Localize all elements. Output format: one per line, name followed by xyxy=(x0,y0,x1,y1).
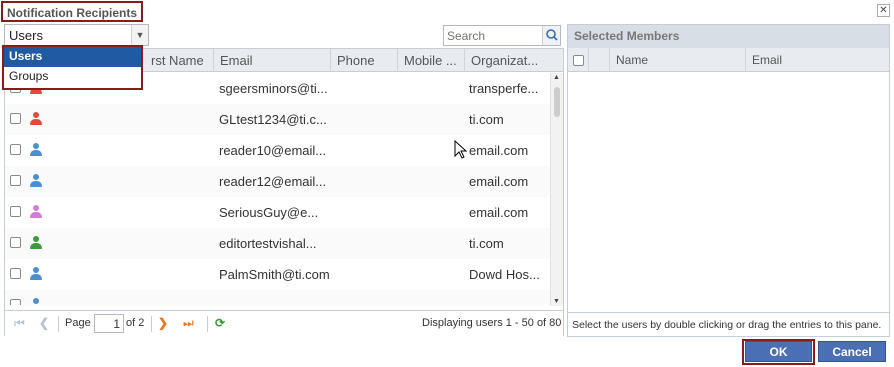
refresh-icon[interactable]: ⟳ xyxy=(215,316,225,330)
selected-members-hint: Select the users by double clicking or d… xyxy=(568,312,889,337)
prev-page-icon[interactable]: ❮ xyxy=(39,316,49,330)
recipient-type-value: Users xyxy=(9,28,43,43)
recipient-type-select[interactable]: Users ▼ xyxy=(4,24,149,46)
grid-scrollbar[interactable]: ▲ ▼ xyxy=(550,73,563,306)
user-icon xyxy=(30,236,42,250)
dialog-title: Notification Recipients xyxy=(1,1,144,22)
pager-divider xyxy=(207,316,208,332)
scrollbar-thumb[interactable] xyxy=(554,87,560,117)
table-row[interactable]: PalmSmith@ti.com Dowd Hos... xyxy=(5,259,550,290)
table-row[interactable]: reader10@email... email.com xyxy=(5,135,550,166)
pager-divider xyxy=(151,316,152,332)
user-icon xyxy=(30,143,42,157)
last-page-icon[interactable]: ⏭ xyxy=(183,316,194,331)
row-organization: Dowd Hos... xyxy=(469,267,540,282)
next-page-icon[interactable]: ❯ xyxy=(158,316,168,330)
selected-members-header: Name Email xyxy=(568,48,889,72)
row-checkbox[interactable] xyxy=(10,175,21,186)
cancel-button[interactable]: Cancel xyxy=(818,341,886,362)
selected-members-title: Selected Members xyxy=(568,25,889,48)
row-organization: transperfe... xyxy=(469,81,539,96)
user-icon xyxy=(30,267,42,281)
table-row[interactable]: GLtest1234@ti.c... ti.com xyxy=(5,104,550,135)
user-icon xyxy=(30,112,42,126)
search-input[interactable] xyxy=(444,26,542,45)
dialog-titlebar: Notification Recipients ✕ xyxy=(0,0,894,24)
table-row[interactable] xyxy=(5,290,550,305)
chevron-down-icon[interactable]: ▼ xyxy=(131,25,148,45)
row-email: PalmSmith@ti.com xyxy=(219,267,330,282)
search-icon[interactable] xyxy=(542,26,560,45)
row-email: SeriousGuy@e... xyxy=(219,205,319,220)
column-name[interactable]: Name xyxy=(609,48,745,72)
row-organization: email.com xyxy=(469,143,529,158)
table-row[interactable]: SeriousGuy@e... email.com xyxy=(5,197,550,228)
row-email: sgeersminors@ti... xyxy=(219,81,328,96)
search-box xyxy=(443,25,561,46)
dropdown-option-groups[interactable]: Groups xyxy=(4,67,141,87)
row-organization: ti.com xyxy=(469,112,504,127)
row-email: editortestvishal... xyxy=(219,236,317,251)
pager-divider xyxy=(58,316,59,332)
row-checkbox[interactable] xyxy=(10,299,21,305)
table-row[interactable]: editortestvishal... ti.com xyxy=(5,228,550,259)
grid-rows: sgeersminors@ti... transperfe... GLtest1… xyxy=(5,73,550,305)
mouse-cursor-icon xyxy=(454,140,468,159)
row-organization: ti.com xyxy=(469,236,504,251)
scroll-down-icon[interactable]: ▼ xyxy=(553,298,560,305)
selected-members-panel: Selected Members Name Email Select the u… xyxy=(567,24,890,337)
users-grid: rst Name Email Phone Mobile ... Organiza… xyxy=(4,48,564,336)
column-mobile[interactable]: Mobile ... xyxy=(397,49,464,72)
row-checkbox[interactable] xyxy=(10,237,21,248)
close-icon[interactable]: ✕ xyxy=(877,4,890,17)
row-checkbox[interactable] xyxy=(10,206,21,217)
user-icon xyxy=(30,174,42,188)
column-email[interactable]: Email xyxy=(213,49,330,72)
header-spacer xyxy=(588,48,609,72)
pager-display-text: Displaying users 1 - 50 of 80 xyxy=(422,317,562,329)
dropdown-option-users[interactable]: Users xyxy=(4,47,141,67)
column-first-name[interactable]: rst Name xyxy=(145,49,213,72)
scroll-up-icon[interactable]: ▲ xyxy=(553,74,560,81)
row-organization: email.com xyxy=(469,205,529,220)
row-organization: email.com xyxy=(469,174,529,189)
row-checkbox[interactable] xyxy=(10,144,21,155)
page-label: Page xyxy=(65,317,91,329)
row-checkbox[interactable] xyxy=(10,268,21,279)
row-email: GLtest1234@ti.c... xyxy=(219,112,327,127)
user-icon xyxy=(30,205,42,219)
column-email[interactable]: Email xyxy=(745,48,889,72)
column-phone[interactable]: Phone xyxy=(330,49,397,72)
select-all-checkbox[interactable] xyxy=(573,55,584,66)
row-checkbox[interactable] xyxy=(10,113,21,124)
recipient-type-dropdown: Users Groups xyxy=(2,45,143,90)
page-count: of 2 xyxy=(126,317,145,329)
row-email: reader12@email... xyxy=(219,174,327,189)
grid-pager: ⏮ ❮ Page 1 of 2 ❯ ⏭ ⟳ Displaying users 1… xyxy=(5,310,563,336)
first-page-icon[interactable]: ⏮ xyxy=(14,316,25,331)
table-row[interactable]: reader12@email... email.com xyxy=(5,166,550,197)
user-icon xyxy=(30,298,42,305)
page-number-input[interactable]: 1 xyxy=(94,314,124,333)
ok-button[interactable]: OK xyxy=(745,341,812,362)
row-email: reader10@email... xyxy=(219,143,327,158)
column-organization[interactable]: Organizat... xyxy=(464,49,550,72)
